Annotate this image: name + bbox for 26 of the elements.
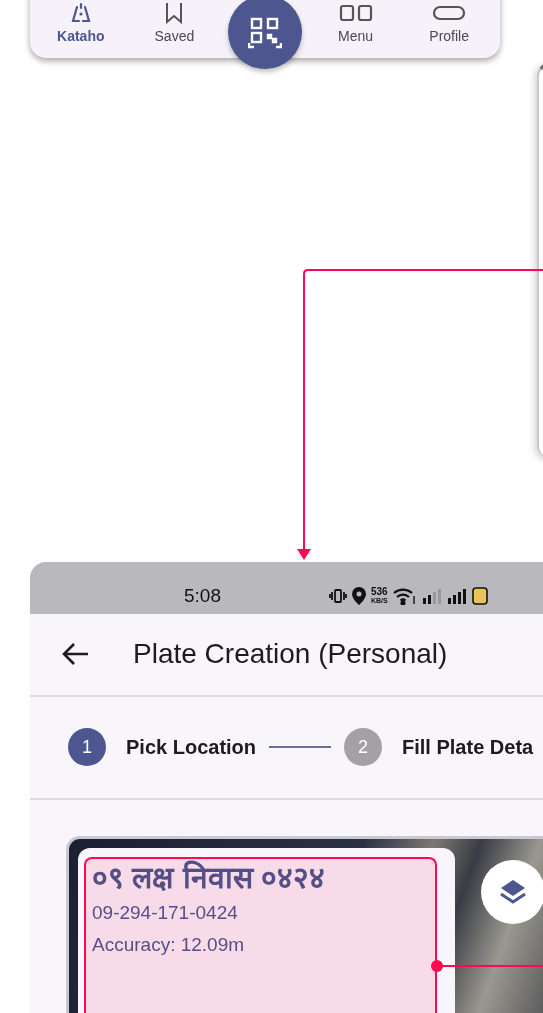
plate-name: ०९ लक्ष निवास ०४२४	[92, 859, 326, 896]
step-number: 2	[344, 728, 383, 767]
step-label: Fill Plate Deta	[402, 735, 534, 759]
location-pin-icon	[352, 586, 366, 605]
plate-code: 09-294-171-0424	[92, 901, 239, 925]
qr-scan-button[interactable]	[228, 0, 302, 69]
step-label: Pick Location	[126, 735, 257, 759]
qr-code-icon	[248, 15, 282, 49]
network-speed: 536	[371, 587, 388, 598]
signal-icon	[421, 587, 442, 604]
nav-tab[interactable]: Saved	[134, 2, 215, 44]
signal-icon	[446, 587, 467, 604]
step-connector	[269, 746, 332, 749]
accuracy-text: Accuracy: 12.09m	[92, 933, 246, 957]
wifi-icon	[392, 586, 417, 605]
layers-button[interactable]	[481, 860, 543, 924]
nav-tab[interactable]: Profile	[409, 2, 490, 44]
screen-title: Plate Creation (Personal)	[133, 638, 448, 671]
step-number: 1	[68, 728, 106, 767]
nav-tab[interactable]: Menu	[315, 2, 396, 44]
nav-tab[interactable]: Kataho	[40, 2, 121, 44]
status-time: 5:08	[184, 584, 221, 607]
vibrate-icon	[329, 587, 347, 604]
battery-icon	[471, 586, 488, 605]
nav-icon	[338, 2, 373, 24]
layers-icon	[498, 878, 528, 906]
